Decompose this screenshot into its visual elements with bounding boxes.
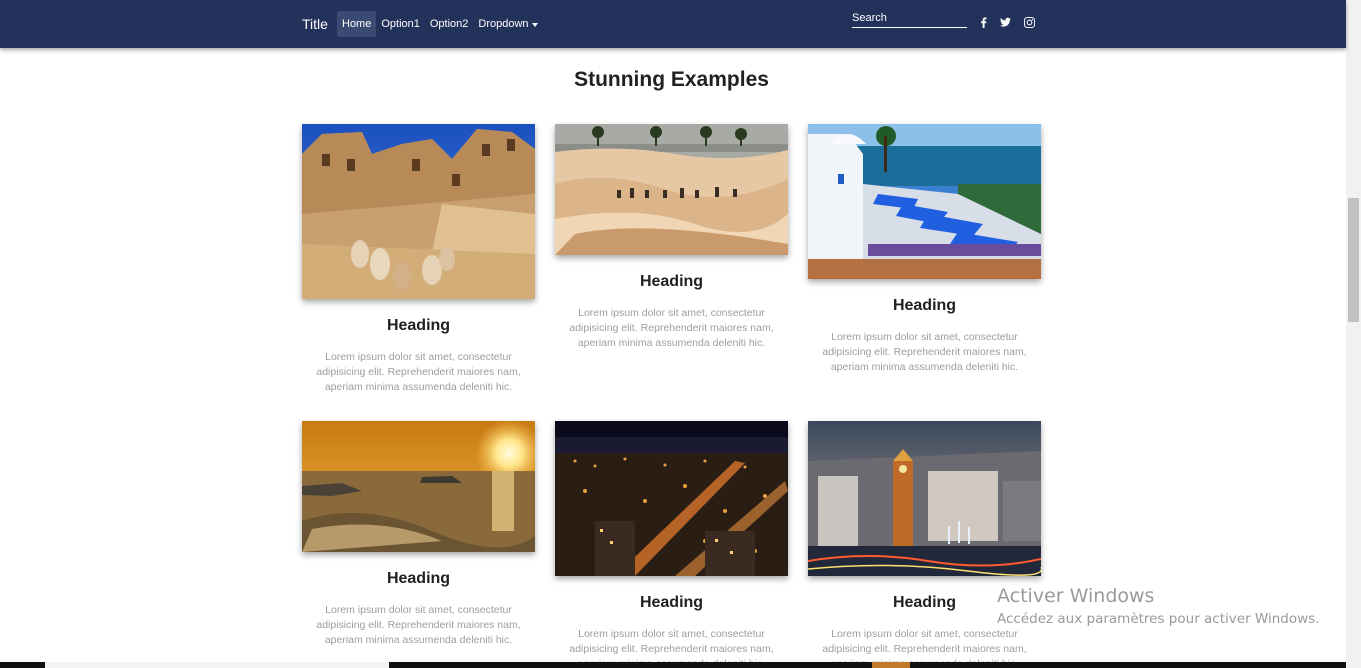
dropdown-label: Dropdown	[478, 18, 529, 30]
search-field	[852, 8, 967, 28]
card-text: Lorem ipsum dolor sit amet, consectetur …	[316, 604, 521, 646]
taskbar-segment	[872, 662, 910, 668]
nav-item-home[interactable]: Home	[337, 11, 377, 37]
desert-village-image	[302, 124, 535, 299]
nav-menu: Home Option1 Option2 Dropdown	[337, 11, 543, 37]
caret-down-icon	[531, 22, 538, 27]
seaside-cafe-image	[808, 124, 1041, 279]
card: Heading Lorem ipsum dolor sit amet, cons…	[808, 421, 1041, 668]
card-heading: Heading	[386, 317, 451, 334]
nav-item-option2[interactable]: Option2	[425, 11, 474, 37]
twitter-icon[interactable]	[998, 15, 1012, 29]
taskbar-segment	[45, 662, 389, 668]
card-text: Lorem ipsum dolor sit amet, consectetur …	[822, 331, 1027, 373]
card-text: Lorem ipsum dolor sit amet, consectetur …	[316, 351, 521, 393]
navbar: Title Home Option1 Option2 Dropdown	[0, 0, 1346, 48]
card-heading: Heading	[386, 570, 451, 587]
brand-title[interactable]: Title	[302, 16, 328, 32]
taskbar-strip	[0, 662, 1346, 668]
activation-watermark-title: Activer Windows	[997, 585, 1155, 607]
desert-caravan-image	[555, 124, 788, 255]
card: Heading Lorem ipsum dolor sit amet, cons…	[555, 421, 788, 668]
city-night-image	[555, 421, 788, 576]
search-input[interactable]	[852, 9, 967, 27]
section-title: Stunning Examples	[574, 68, 769, 91]
facebook-icon[interactable]	[976, 15, 990, 29]
activation-watermark-text: Accédez aux paramètres pour activer Wind…	[997, 611, 1320, 627]
card: Heading Lorem ipsum dolor sit amet, cons…	[302, 124, 535, 395]
city-clock-tower-image	[808, 421, 1041, 576]
card-text: Lorem ipsum dolor sit amet, consectetur …	[569, 307, 774, 349]
page: Title Home Option1 Option2 Dropdown Stun…	[0, 0, 1361, 668]
card: Heading Lorem ipsum dolor sit amet, cons…	[555, 124, 788, 351]
scrollbar-thumb[interactable]	[1348, 198, 1359, 322]
card: Heading Lorem ipsum dolor sit amet, cons…	[808, 124, 1041, 375]
card: Heading Lorem ipsum dolor sit amet, cons…	[302, 421, 535, 648]
instagram-icon[interactable]	[1022, 15, 1036, 29]
vertical-scrollbar[interactable]	[1346, 0, 1361, 668]
card-heading: Heading	[639, 594, 704, 611]
card-heading: Heading	[892, 297, 957, 314]
nav-item-dropdown[interactable]: Dropdown	[473, 11, 542, 37]
nav-item-option1[interactable]: Option1	[376, 11, 425, 37]
card-heading: Heading	[639, 273, 704, 290]
sunset-sea-image	[302, 421, 535, 552]
